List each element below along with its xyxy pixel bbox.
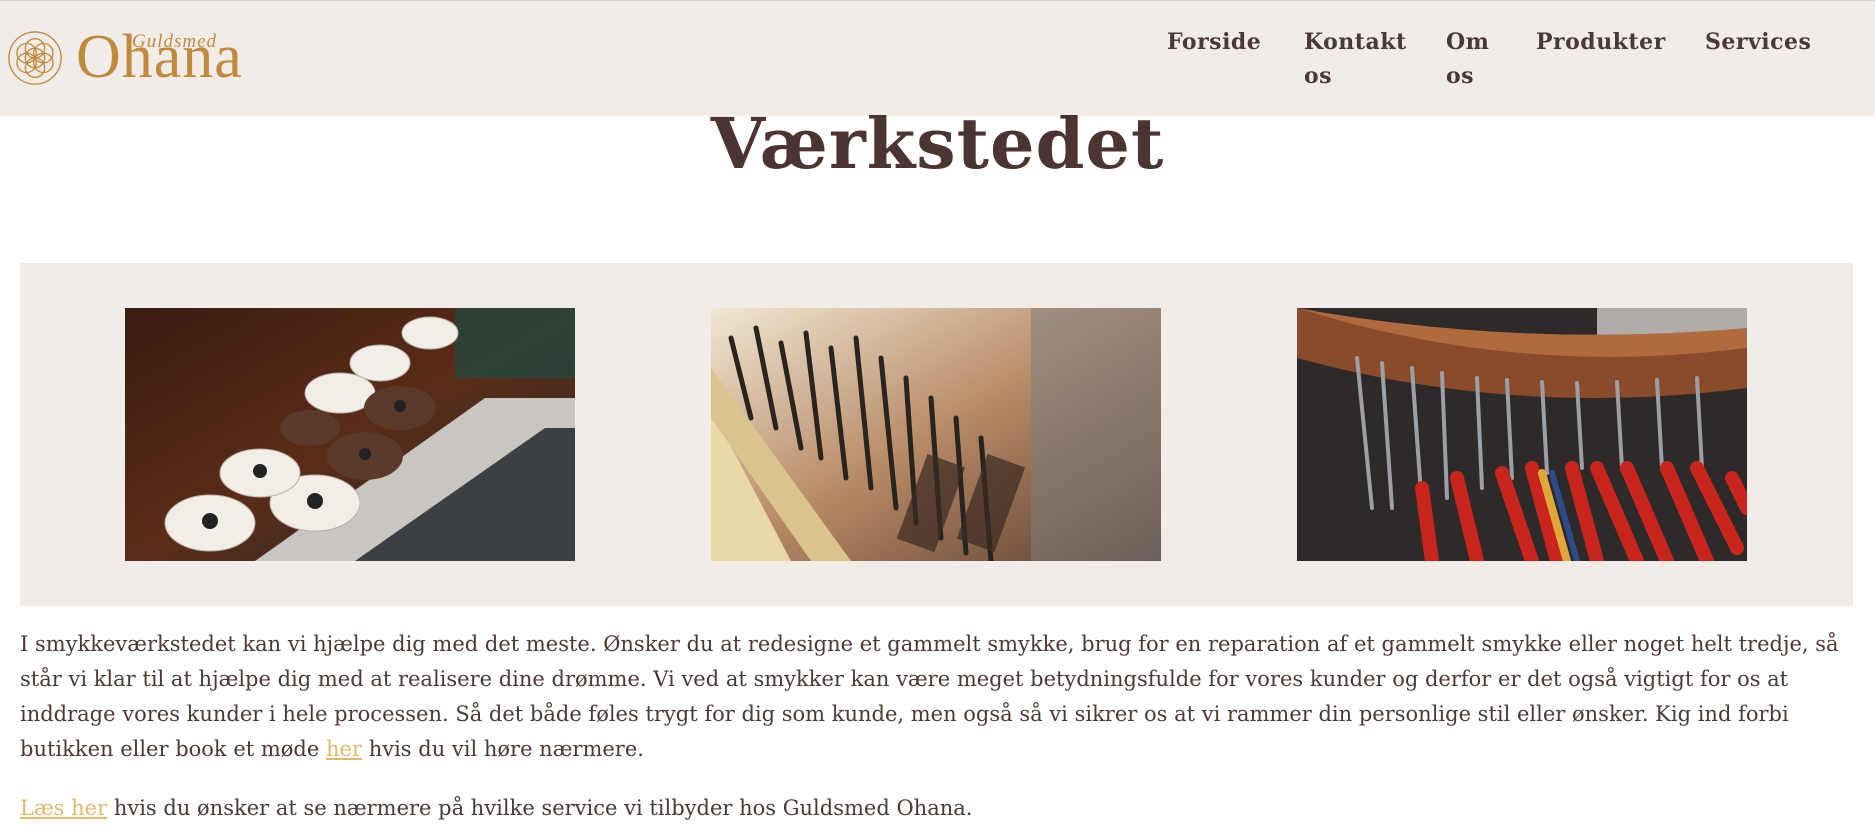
gallery-image-pliers-rack[interactable] — [1297, 308, 1747, 561]
workshop-gallery — [20, 263, 1853, 606]
main-nav: Forside Kontakt os Om os Produkter Servi… — [0, 25, 1875, 105]
nav-item-produkter[interactable]: Produkter — [1536, 25, 1666, 59]
nav-item-forside[interactable]: Forside — [1167, 25, 1261, 59]
gallery-image-polishing-wheels[interactable] — [125, 308, 575, 561]
nav-item-kontakt-os[interactable]: Kontakt os — [1304, 25, 1406, 93]
nav-item-services[interactable]: Services — [1705, 25, 1811, 59]
read-services-link[interactable]: Læs her — [20, 796, 107, 820]
book-meeting-link[interactable]: her — [326, 737, 362, 761]
paragraph-services: Læs her hvis du ønsker at se nærmere på … — [20, 791, 1860, 826]
site-header: Guldsmed Ohana Forside Kontakt os Om os … — [0, 0, 1875, 115]
workshop-description: I smykkeværkstedet kan vi hjælpe dig med… — [20, 627, 1860, 834]
intro-text: I smykkeværkstedet kan vi hjælpe dig med… — [20, 632, 1839, 761]
services-tail-text: hvis du ønsker at se nærmere på hvilke s… — [113, 796, 973, 820]
nav-item-om-os[interactable]: Om os — [1446, 25, 1496, 93]
intro-tail-text: hvis du vil høre nærmere. — [368, 737, 644, 761]
paragraph-intro: I smykkeværkstedet kan vi hjælpe dig med… — [20, 627, 1860, 767]
gallery-image-engraving-burs[interactable] — [711, 308, 1161, 561]
